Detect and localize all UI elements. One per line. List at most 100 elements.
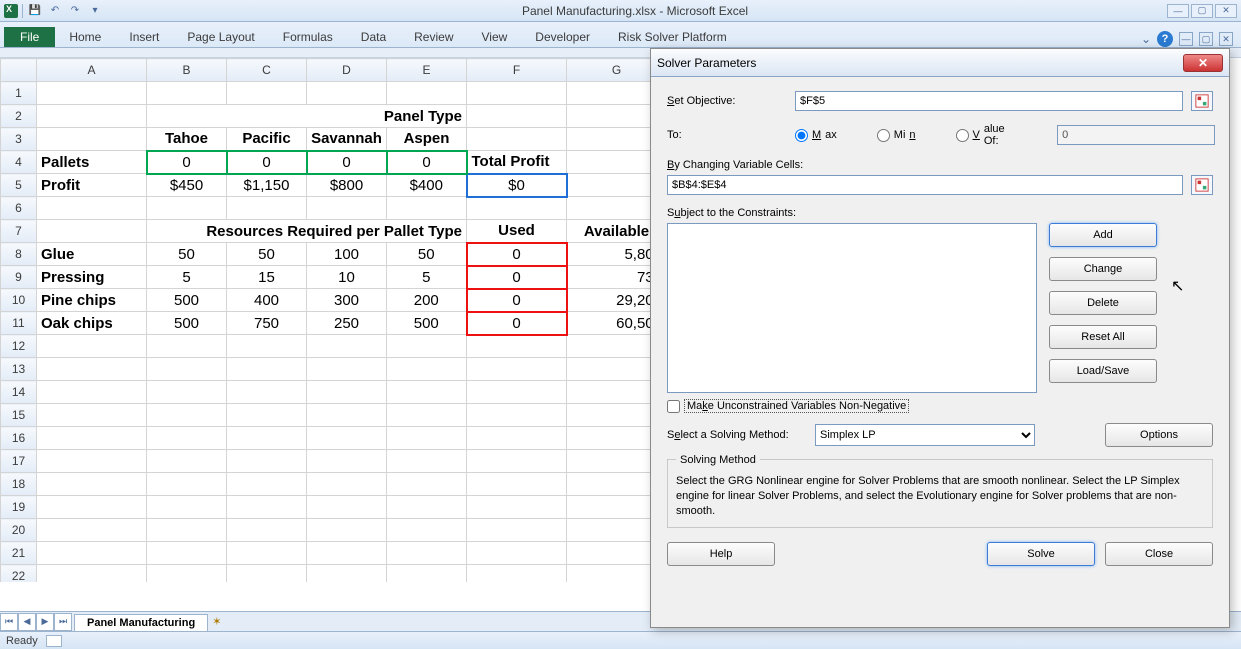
row-header[interactable]: 20 bbox=[1, 519, 37, 542]
ribbon-chevron-icon[interactable]: ⌄ bbox=[1141, 32, 1151, 46]
row-header[interactable]: 17 bbox=[1, 450, 37, 473]
used-cell[interactable]: 0 bbox=[467, 312, 567, 335]
cell[interactable]: $800 bbox=[307, 174, 387, 197]
range-picker-icon[interactable] bbox=[1191, 175, 1213, 195]
ribbon-min-icon[interactable]: — bbox=[1179, 32, 1193, 46]
ribbon-close-icon[interactable]: ✕ bbox=[1219, 32, 1233, 46]
cell[interactable]: $1,150 bbox=[227, 174, 307, 197]
row-header[interactable]: 15 bbox=[1, 404, 37, 427]
file-tab[interactable]: File bbox=[4, 27, 55, 47]
cell[interactable]: $400 bbox=[387, 174, 467, 197]
row-header[interactable]: 6 bbox=[1, 197, 37, 220]
qat-dropdown-icon[interactable]: ▾ bbox=[87, 3, 103, 19]
cell[interactable]: 100 bbox=[307, 243, 387, 266]
used-cell[interactable]: 0 bbox=[467, 289, 567, 312]
used-cell[interactable]: 0 bbox=[467, 243, 567, 266]
changing-cells-input[interactable] bbox=[667, 175, 1183, 195]
row-header[interactable]: 16 bbox=[1, 427, 37, 450]
col-header[interactable]: D bbox=[307, 59, 387, 82]
cell[interactable]: 5 bbox=[387, 266, 467, 289]
dialog-close-button[interactable]: ✕ bbox=[1183, 54, 1223, 72]
options-button[interactable]: Options bbox=[1105, 423, 1213, 447]
nonneg-checkbox[interactable] bbox=[667, 400, 680, 413]
tab-review[interactable]: Review bbox=[400, 27, 467, 47]
cell[interactable]: 400 bbox=[227, 289, 307, 312]
min-radio[interactable] bbox=[877, 129, 890, 142]
cell[interactable]: 300 bbox=[307, 289, 387, 312]
constraints-listbox[interactable] bbox=[667, 223, 1037, 393]
tab-view[interactable]: View bbox=[468, 27, 522, 47]
tab-nav-first-icon[interactable]: ⏮ bbox=[0, 613, 18, 631]
tab-nav-last-icon[interactable]: ⏭ bbox=[54, 613, 72, 631]
cell[interactable]: 5 bbox=[147, 266, 227, 289]
cell[interactable]: 500 bbox=[147, 289, 227, 312]
row-header[interactable]: 1 bbox=[1, 82, 37, 105]
radio-min[interactable]: Min bbox=[877, 129, 916, 142]
undo-icon[interactable]: ↶ bbox=[47, 3, 63, 19]
col-header[interactable]: B bbox=[147, 59, 227, 82]
solving-method-select[interactable]: Simplex LP bbox=[815, 424, 1035, 446]
radio-valueof[interactable]: Value Of: bbox=[956, 123, 1018, 147]
tab-home[interactable]: Home bbox=[55, 27, 115, 47]
row-header[interactable]: 22 bbox=[1, 565, 37, 583]
row-header[interactable]: 3 bbox=[1, 128, 37, 151]
row-header[interactable]: 12 bbox=[1, 335, 37, 358]
used-cell[interactable]: 0 bbox=[467, 266, 567, 289]
row-header[interactable]: 4 bbox=[1, 151, 37, 174]
tab-developer[interactable]: Developer bbox=[521, 27, 604, 47]
help-button[interactable]: Help bbox=[667, 542, 775, 566]
dialog-titlebar[interactable]: Solver Parameters ✕ bbox=[651, 49, 1229, 77]
row-header[interactable]: 10 bbox=[1, 289, 37, 312]
row-header[interactable]: 9 bbox=[1, 266, 37, 289]
row-header[interactable]: 11 bbox=[1, 312, 37, 335]
cell[interactable]: 0 bbox=[307, 151, 387, 174]
cell[interactable]: 50 bbox=[147, 243, 227, 266]
add-button[interactable]: Add bbox=[1049, 223, 1157, 247]
solve-button[interactable]: Solve bbox=[987, 542, 1095, 566]
cell[interactable]: 750 bbox=[227, 312, 307, 335]
cell[interactable]: 0 bbox=[147, 151, 227, 174]
cell[interactable]: 10 bbox=[307, 266, 387, 289]
sheet-tab[interactable]: Panel Manufacturing bbox=[74, 614, 208, 631]
select-all[interactable] bbox=[1, 59, 37, 82]
close-window-button[interactable]: ✕ bbox=[1215, 4, 1237, 18]
cell[interactable]: 15 bbox=[227, 266, 307, 289]
save-icon[interactable]: 💾 bbox=[27, 3, 43, 19]
close-button[interactable]: Close bbox=[1105, 542, 1213, 566]
cell[interactable]: 500 bbox=[147, 312, 227, 335]
redo-icon[interactable]: ↷ bbox=[67, 3, 83, 19]
tab-formulas[interactable]: Formulas bbox=[269, 27, 347, 47]
ribbon-restore-icon[interactable]: ▢ bbox=[1199, 32, 1213, 46]
row-header[interactable]: 2 bbox=[1, 105, 37, 128]
radio-max[interactable]: Max bbox=[795, 129, 837, 142]
col-header[interactable]: C bbox=[227, 59, 307, 82]
cell[interactable]: 500 bbox=[387, 312, 467, 335]
range-picker-icon[interactable] bbox=[1191, 91, 1213, 111]
cell[interactable]: 0 bbox=[387, 151, 467, 174]
row-header[interactable]: 7 bbox=[1, 220, 37, 243]
cell[interactable]: 200 bbox=[387, 289, 467, 312]
total-profit-cell[interactable]: $0 bbox=[467, 174, 567, 197]
row-header[interactable]: 18 bbox=[1, 473, 37, 496]
col-header[interactable]: F bbox=[467, 59, 567, 82]
cell[interactable]: 0 bbox=[227, 151, 307, 174]
max-radio[interactable] bbox=[795, 129, 808, 142]
macro-record-icon[interactable] bbox=[46, 635, 62, 647]
tab-nav-prev-icon[interactable]: ◀ bbox=[18, 613, 36, 631]
tab-nav-next-icon[interactable]: ▶ bbox=[36, 613, 54, 631]
row-header[interactable]: 19 bbox=[1, 496, 37, 519]
load-save-button[interactable]: Load/Save bbox=[1049, 359, 1157, 383]
new-sheet-icon[interactable]: ✶ bbox=[212, 615, 232, 628]
reset-all-button[interactable]: Reset All bbox=[1049, 325, 1157, 349]
change-button[interactable]: Change bbox=[1049, 257, 1157, 281]
tab-data[interactable]: Data bbox=[347, 27, 400, 47]
row-header[interactable]: 13 bbox=[1, 358, 37, 381]
maximize-button[interactable]: ▢ bbox=[1191, 4, 1213, 18]
row-header[interactable]: 14 bbox=[1, 381, 37, 404]
col-header[interactable]: A bbox=[37, 59, 147, 82]
cell[interactable]: 50 bbox=[227, 243, 307, 266]
help-icon[interactable]: ? bbox=[1157, 31, 1173, 47]
tab-page-layout[interactable]: Page Layout bbox=[173, 27, 268, 47]
sheet-grid[interactable]: A B C D E F G 1 2Panel Type 3 Tahoe Paci… bbox=[0, 58, 667, 582]
tab-risk-solver[interactable]: Risk Solver Platform bbox=[604, 27, 741, 47]
